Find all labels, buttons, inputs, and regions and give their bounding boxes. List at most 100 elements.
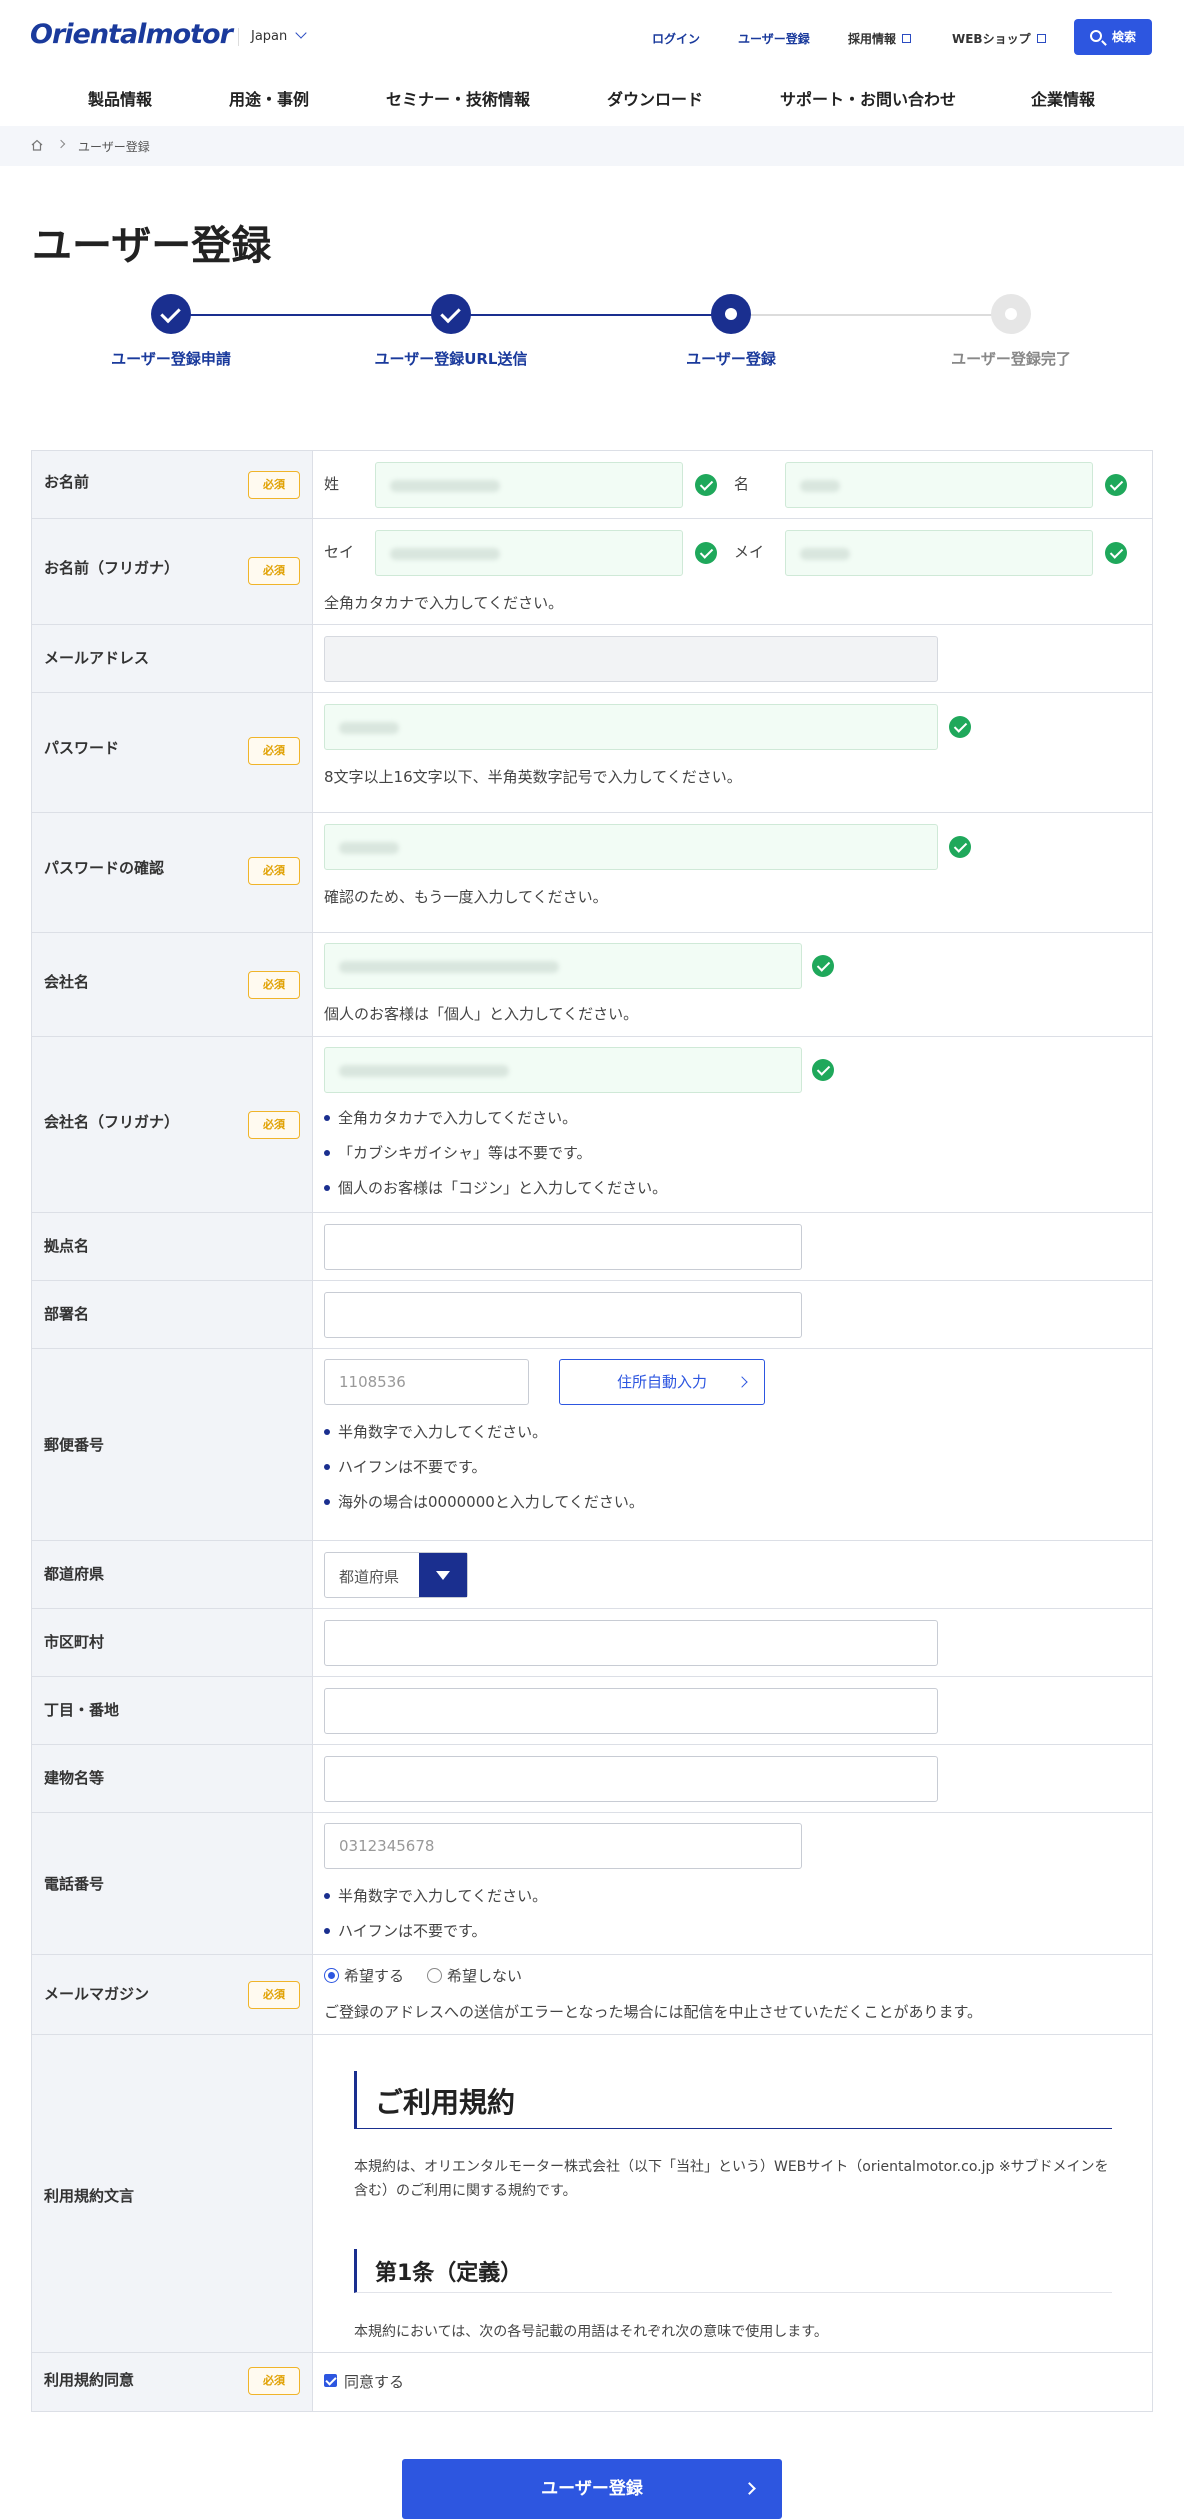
prefecture-select[interactable]: 都道府県 (324, 1552, 468, 1598)
form-row-kana: お名前（フリガナ） 必須 セイ メイ 全角カタカナで入力してください。 (32, 519, 1152, 625)
form-row-password-confirm: パスワードの確認 必須 確認のため、もう一度入力してください。 (32, 813, 1152, 933)
webshop-label: WEBショップ (952, 32, 1031, 46)
form-row-building: 建物名等 (32, 1745, 1152, 1813)
department-field[interactable] (324, 1292, 802, 1338)
first-name-field[interactable] (785, 462, 1093, 508)
valid-check-icon (695, 542, 717, 564)
redacted-value (339, 842, 399, 854)
row-label-cell: 電話番号 (32, 1813, 313, 1954)
nav-item-company[interactable]: 企業情報 (1031, 86, 1095, 110)
branch-field[interactable] (324, 1224, 802, 1270)
valid-check-icon (812, 1059, 834, 1081)
field-label-building: 建物名等 (44, 1769, 105, 1787)
webshop-link[interactable]: WEBショップ (952, 30, 1046, 47)
building-field[interactable] (324, 1756, 938, 1802)
last-name-kana-field[interactable] (375, 530, 683, 576)
mei-label: 名 (734, 475, 750, 493)
row-label-cell: 建物名等 (32, 1745, 313, 1812)
magazine-no-radio[interactable]: 希望しない (427, 1965, 522, 1986)
home-icon[interactable] (31, 139, 43, 151)
nav-item-applications[interactable]: 用途・事例 (229, 86, 309, 110)
nav-item-products[interactable]: 製品情報 (88, 86, 152, 110)
city-field[interactable] (324, 1620, 938, 1666)
terms-heading: ご利用規約 (354, 2071, 1112, 2129)
field-label-department: 部署名 (44, 1305, 90, 1323)
nav-item-support[interactable]: サポート・お問い合わせ (780, 86, 956, 110)
last-name-field[interactable] (375, 462, 683, 508)
field-label-branch: 拠点名 (44, 1237, 90, 1255)
company-kana-field[interactable] (324, 1047, 802, 1093)
mei-kana-label: メイ (734, 543, 765, 561)
registration-form: お名前 必須 姓 名 お名前（フリガナ） 必須 セイ メイ 全角カタカナで入力し… (31, 450, 1153, 2412)
form-row-email: メールアドレス (32, 625, 1152, 693)
field-label-prefecture: 都道府県 (44, 1565, 105, 1583)
register-link[interactable]: ユーザー登録 (738, 30, 810, 47)
step-1-label: ユーザー登録申請 (111, 350, 231, 368)
required-badge: 必須 (248, 971, 300, 999)
field-label-terms: 利用規約文言 (44, 2187, 135, 2205)
step-connector (171, 314, 451, 316)
terms-article-heading: 第1条（定義） (354, 2249, 1112, 2293)
prefecture-selected-value: 都道府県 (339, 1568, 400, 1586)
row-label-cell: お名前 必須 (32, 451, 313, 518)
field-label-magazine: メールマガジン (44, 1985, 150, 2003)
step-1-check-icon (151, 294, 191, 334)
form-row-password: パスワード 必須 8文字以上16文字以下、半角英数字記号で入力してください。 (32, 693, 1152, 813)
magazine-yes-radio[interactable]: 希望する (324, 1965, 404, 1986)
row-label-cell: メールマガジン 必須 (32, 1955, 313, 2034)
terms-article-text: 本規約においては、次の各号記載の用語はそれぞれ次の意味で使用します。 (354, 2324, 828, 2340)
required-badge: 必須 (248, 1111, 300, 1139)
first-name-kana-field[interactable] (785, 530, 1093, 576)
form-row-city: 市区町村 (32, 1609, 1152, 1677)
postal-note: 海外の場合は0000000と入力してください。 (324, 1491, 644, 1512)
company-kana-note: 「カブシキガイシャ」等は不要です。 (324, 1142, 592, 1163)
phone-placeholder: 0312345678 (339, 1837, 435, 1855)
sei-kana-label: セイ (324, 543, 355, 561)
search-button[interactable]: 検索 (1074, 19, 1152, 55)
redacted-value (390, 480, 500, 492)
external-link-icon (1036, 34, 1046, 43)
terms-article-heading-text: 第1条（定義） (375, 2261, 523, 2286)
step-4-pending-icon (991, 294, 1031, 334)
agree-checkbox[interactable]: 同意する (324, 2371, 404, 2392)
company-field[interactable] (324, 943, 802, 989)
valid-check-icon (812, 955, 834, 977)
street-field[interactable] (324, 1688, 938, 1734)
password-field[interactable] (324, 704, 938, 750)
required-badge: 必須 (248, 857, 300, 885)
careers-link[interactable]: 採用情報 (848, 30, 912, 47)
kana-note: 全角カタカナで入力してください。 (324, 594, 564, 612)
phone-field[interactable]: 0312345678 (324, 1823, 802, 1869)
form-row-postal: 郵便番号 1108536 住所自動入力 半角数字で入力してください。 ハイフンは… (32, 1349, 1152, 1541)
phone-note: 半角数字で入力してください。 (324, 1885, 547, 1906)
field-label-kana: お名前（フリガナ） (44, 559, 180, 577)
address-autofill-button[interactable]: 住所自動入力 (559, 1359, 765, 1405)
region-selector[interactable]: Japan (238, 27, 307, 46)
chevron-right-icon (736, 1376, 748, 1388)
site-logo[interactable]: Orientalmotor (30, 19, 233, 50)
magazine-note: ご登録のアドレスへの送信がエラーとなった場合には配信を中止させていただくことがあ… (324, 2003, 983, 2021)
breadcrumb: ユーザー登録 (0, 126, 1184, 166)
login-link[interactable]: ログイン (652, 30, 700, 47)
form-row-prefecture: 都道府県 都道府県 (32, 1541, 1152, 1609)
dropdown-caret-icon (419, 1553, 467, 1597)
careers-label: 採用情報 (848, 32, 897, 46)
redacted-value (390, 548, 500, 560)
password-note: 8文字以上16文字以下、半角英数字記号で入力してください。 (324, 768, 742, 786)
step-2-label: ユーザー登録URL送信 (374, 350, 528, 368)
nav-item-downloads[interactable]: ダウンロード (607, 86, 703, 110)
password-confirm-field[interactable] (324, 824, 938, 870)
search-button-label: 検索 (1112, 30, 1137, 44)
row-label-cell: 利用規約同意 必須 (32, 2353, 313, 2411)
postal-code-field[interactable]: 1108536 (324, 1359, 529, 1405)
company-kana-note: 全角カタカナで入力してください。 (324, 1107, 577, 1128)
row-label-cell: 市区町村 (32, 1609, 313, 1676)
nav-item-seminars[interactable]: セミナー・技術情報 (386, 86, 530, 110)
terms-scroll-box[interactable]: ご利用規約 本規約は、オリエンタルモーター株式会社（以下「当社」という）WEBサ… (314, 2035, 1152, 2352)
phone-note: ハイフンは不要です。 (324, 1920, 487, 1941)
register-submit-button[interactable]: ユーザー登録 (402, 2459, 782, 2519)
region-label: Japan (251, 29, 288, 44)
row-label-cell: 会社名 必須 (32, 933, 313, 1036)
sei-label: 姓 (324, 475, 340, 493)
step-3-current-icon (711, 294, 751, 334)
